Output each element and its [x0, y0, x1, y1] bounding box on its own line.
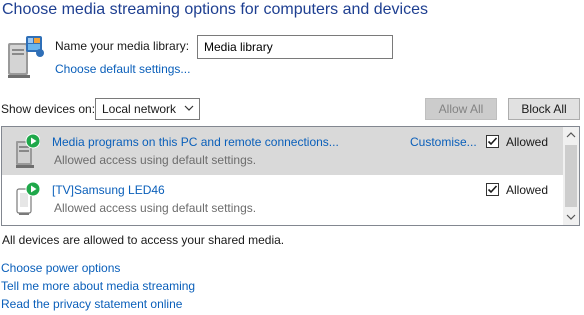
device-subtitle: Allowed access using default settings. — [54, 201, 257, 215]
library-name-label: Name your media library: — [55, 39, 190, 53]
media-streaming-help-link[interactable]: Tell me more about media streaming — [1, 279, 195, 293]
customise-link[interactable]: Customise... — [410, 135, 477, 149]
show-devices-label: Show devices on: — [1, 102, 96, 116]
allow-all-button[interactable]: Allow All — [425, 98, 497, 120]
device-name[interactable]: [TV]Samsung LED46 — [52, 183, 165, 197]
list-scrollbar[interactable] — [563, 127, 579, 225]
device-list: Media programs on this PC and remote con… — [1, 126, 580, 226]
network-select[interactable]: Local network — [95, 98, 200, 120]
power-options-link[interactable]: Choose power options — [1, 261, 120, 275]
allowed-label: Allowed — [506, 135, 549, 149]
chevron-down-icon — [183, 100, 195, 116]
block-all-button[interactable]: Block All — [508, 98, 580, 120]
allowed-checkbox[interactable] — [486, 183, 499, 196]
device-row-media-programs[interactable]: Media programs on this PC and remote con… — [2, 127, 564, 175]
privacy-statement-link[interactable]: Read the privacy statement online — [1, 297, 182, 311]
allowed-checkbox[interactable] — [486, 135, 499, 148]
checkmark-icon — [487, 185, 498, 194]
media-library-icon — [6, 33, 46, 79]
device-name[interactable]: Media programs on this PC and remote con… — [52, 135, 339, 149]
page-title: Choose media streaming options for compu… — [2, 1, 428, 18]
checkmark-icon — [487, 137, 498, 146]
network-select-value: Local network — [102, 102, 177, 116]
scrollbar-thumb[interactable] — [565, 145, 577, 207]
library-name-input[interactable] — [197, 35, 393, 59]
scroll-down-icon[interactable] — [563, 209, 579, 225]
allowed-label: Allowed — [506, 183, 549, 197]
choose-default-settings-link[interactable]: Choose default settings... — [55, 62, 190, 76]
pc-media-icon — [14, 133, 41, 169]
scroll-up-icon[interactable] — [563, 127, 579, 143]
tv-device-icon — [14, 181, 41, 217]
device-subtitle: Allowed access using default settings. — [54, 153, 257, 167]
status-text: All devices are allowed to access your s… — [2, 233, 285, 247]
device-row-samsung-tv[interactable]: [TV]Samsung LED46 Allowed access using d… — [2, 175, 564, 223]
